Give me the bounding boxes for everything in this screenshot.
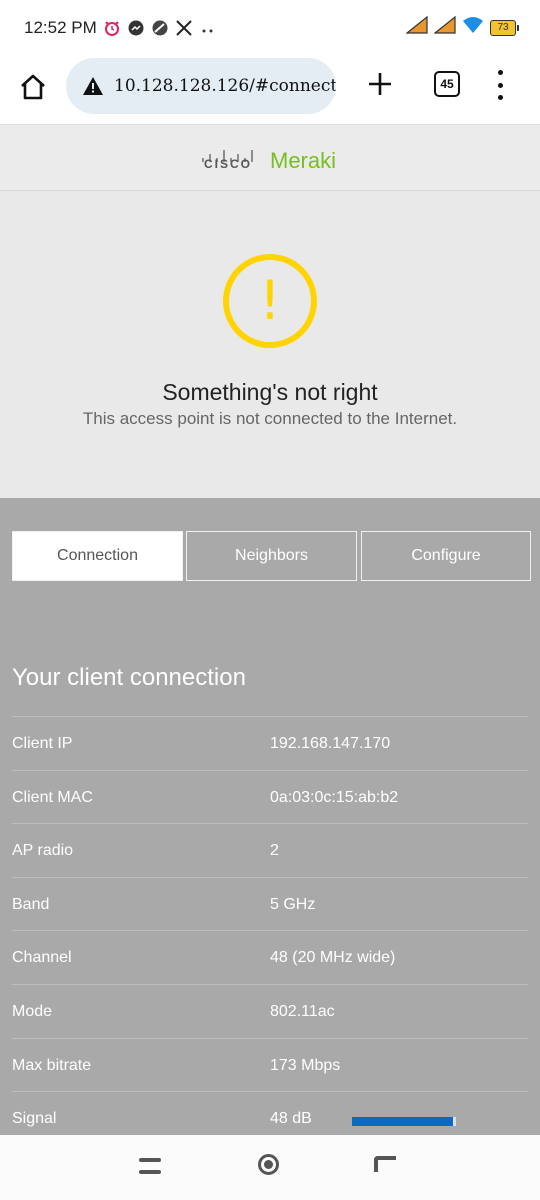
table-row: Channel 48 (20 MHz wide) xyxy=(12,930,528,984)
battery-icon: 73 xyxy=(490,19,519,36)
table-row: Signal 48 dB xyxy=(12,1091,528,1135)
table-row: Band 5 GHz xyxy=(12,876,528,931)
row-value: 0a:03:0c:15:ab:b2 xyxy=(270,788,399,806)
menu-dot xyxy=(497,82,503,88)
row-label: Max bitrate xyxy=(12,1056,92,1074)
brand-header: CISCO Meraki xyxy=(0,124,540,191)
not-secure-warning-icon xyxy=(83,77,103,95)
home-button[interactable] xyxy=(16,70,50,104)
table-row: Mode 802.11ac xyxy=(12,983,528,1038)
table-row: Client MAC 0a:03:0c:15:ab:b2 xyxy=(12,769,528,824)
system-icons: 73 xyxy=(405,15,519,39)
browser-menu-button[interactable] xyxy=(494,70,506,100)
alarm-icon xyxy=(103,19,121,37)
row-label: Band xyxy=(12,895,50,913)
row-label: Client IP xyxy=(12,735,73,752)
cisco-logo-text: CISCO xyxy=(204,157,253,171)
recent-apps-button[interactable] xyxy=(139,1158,161,1174)
menu-line xyxy=(139,1170,161,1174)
tab-connection[interactable]: Connection xyxy=(12,531,183,581)
url-text: 10.128.128.126/#connection xyxy=(114,76,336,96)
warning-title: Something's not right xyxy=(162,379,378,405)
row-label: Mode xyxy=(12,1002,53,1020)
messenger-icon xyxy=(127,19,145,37)
signal-strength-fill xyxy=(352,1117,453,1127)
row-label: Channel xyxy=(12,949,72,967)
table-row: Client IP 192.168.147.170 xyxy=(12,716,528,770)
table-row: AP radio 2 xyxy=(12,823,528,877)
table-row: Max bitrate 173 Mbps xyxy=(12,1037,528,1092)
row-label: Signal xyxy=(12,1110,57,1128)
menu-dot xyxy=(497,95,503,100)
warning-panel: ! Something's not right This access poin… xyxy=(0,191,540,498)
tab-switcher-button[interactable]: 45 xyxy=(434,71,460,97)
row-value: 2 xyxy=(270,842,279,860)
tab-neighbors[interactable]: Neighbors xyxy=(186,531,357,581)
home-icon xyxy=(21,74,45,100)
row-label: Client MAC xyxy=(12,788,93,806)
row-value: 48 dB xyxy=(270,1110,312,1128)
section-title: Your client connection xyxy=(12,664,246,691)
app-icon xyxy=(151,19,169,37)
warning-glyph: ! xyxy=(259,269,281,332)
status-time: 12:52 PM xyxy=(24,18,97,37)
wifi-icon xyxy=(462,16,484,39)
warning-subtitle: This access point is not connected to th… xyxy=(82,409,458,428)
browser-toolbar: 10.128.128.126/#connection 45 xyxy=(0,56,540,124)
system-navigation-bar xyxy=(0,1135,540,1200)
home-nav-button[interactable] xyxy=(258,1154,279,1175)
menu-dot xyxy=(497,70,503,75)
x-icon xyxy=(175,19,193,37)
main-content: Connection Neighbors Configure Your clie… xyxy=(0,498,540,1135)
menu-line xyxy=(139,1158,161,1162)
row-label: AP radio xyxy=(12,842,74,860)
row-value: 173 Mbps xyxy=(270,1056,341,1074)
plus-icon xyxy=(369,73,391,95)
row-value: 192.168.147.170 xyxy=(270,735,391,752)
client-connection-table: Client IP 192.168.147.170 Client MAC 0a:… xyxy=(12,716,528,1135)
more-dots-icon xyxy=(199,19,217,37)
signal-icon xyxy=(405,15,428,39)
warning-icon: ! xyxy=(223,254,317,348)
new-tab-button[interactable] xyxy=(364,68,396,100)
signal-icon xyxy=(433,15,456,39)
meraki-logo-text: Meraki xyxy=(270,148,337,173)
row-value: 5 GHz xyxy=(270,895,316,913)
row-value: 48 (20 MHz wide) xyxy=(270,949,396,967)
back-button[interactable] xyxy=(374,1156,396,1172)
row-value: 802.11ac xyxy=(270,1002,335,1020)
notification-icons xyxy=(103,19,217,37)
signal-strength-bar xyxy=(352,1117,456,1127)
status-bar: 12:52 PM 73 xyxy=(0,0,540,56)
address-bar[interactable]: 10.128.128.126/#connection xyxy=(66,58,336,114)
tab-configure[interactable]: Configure xyxy=(361,531,531,581)
